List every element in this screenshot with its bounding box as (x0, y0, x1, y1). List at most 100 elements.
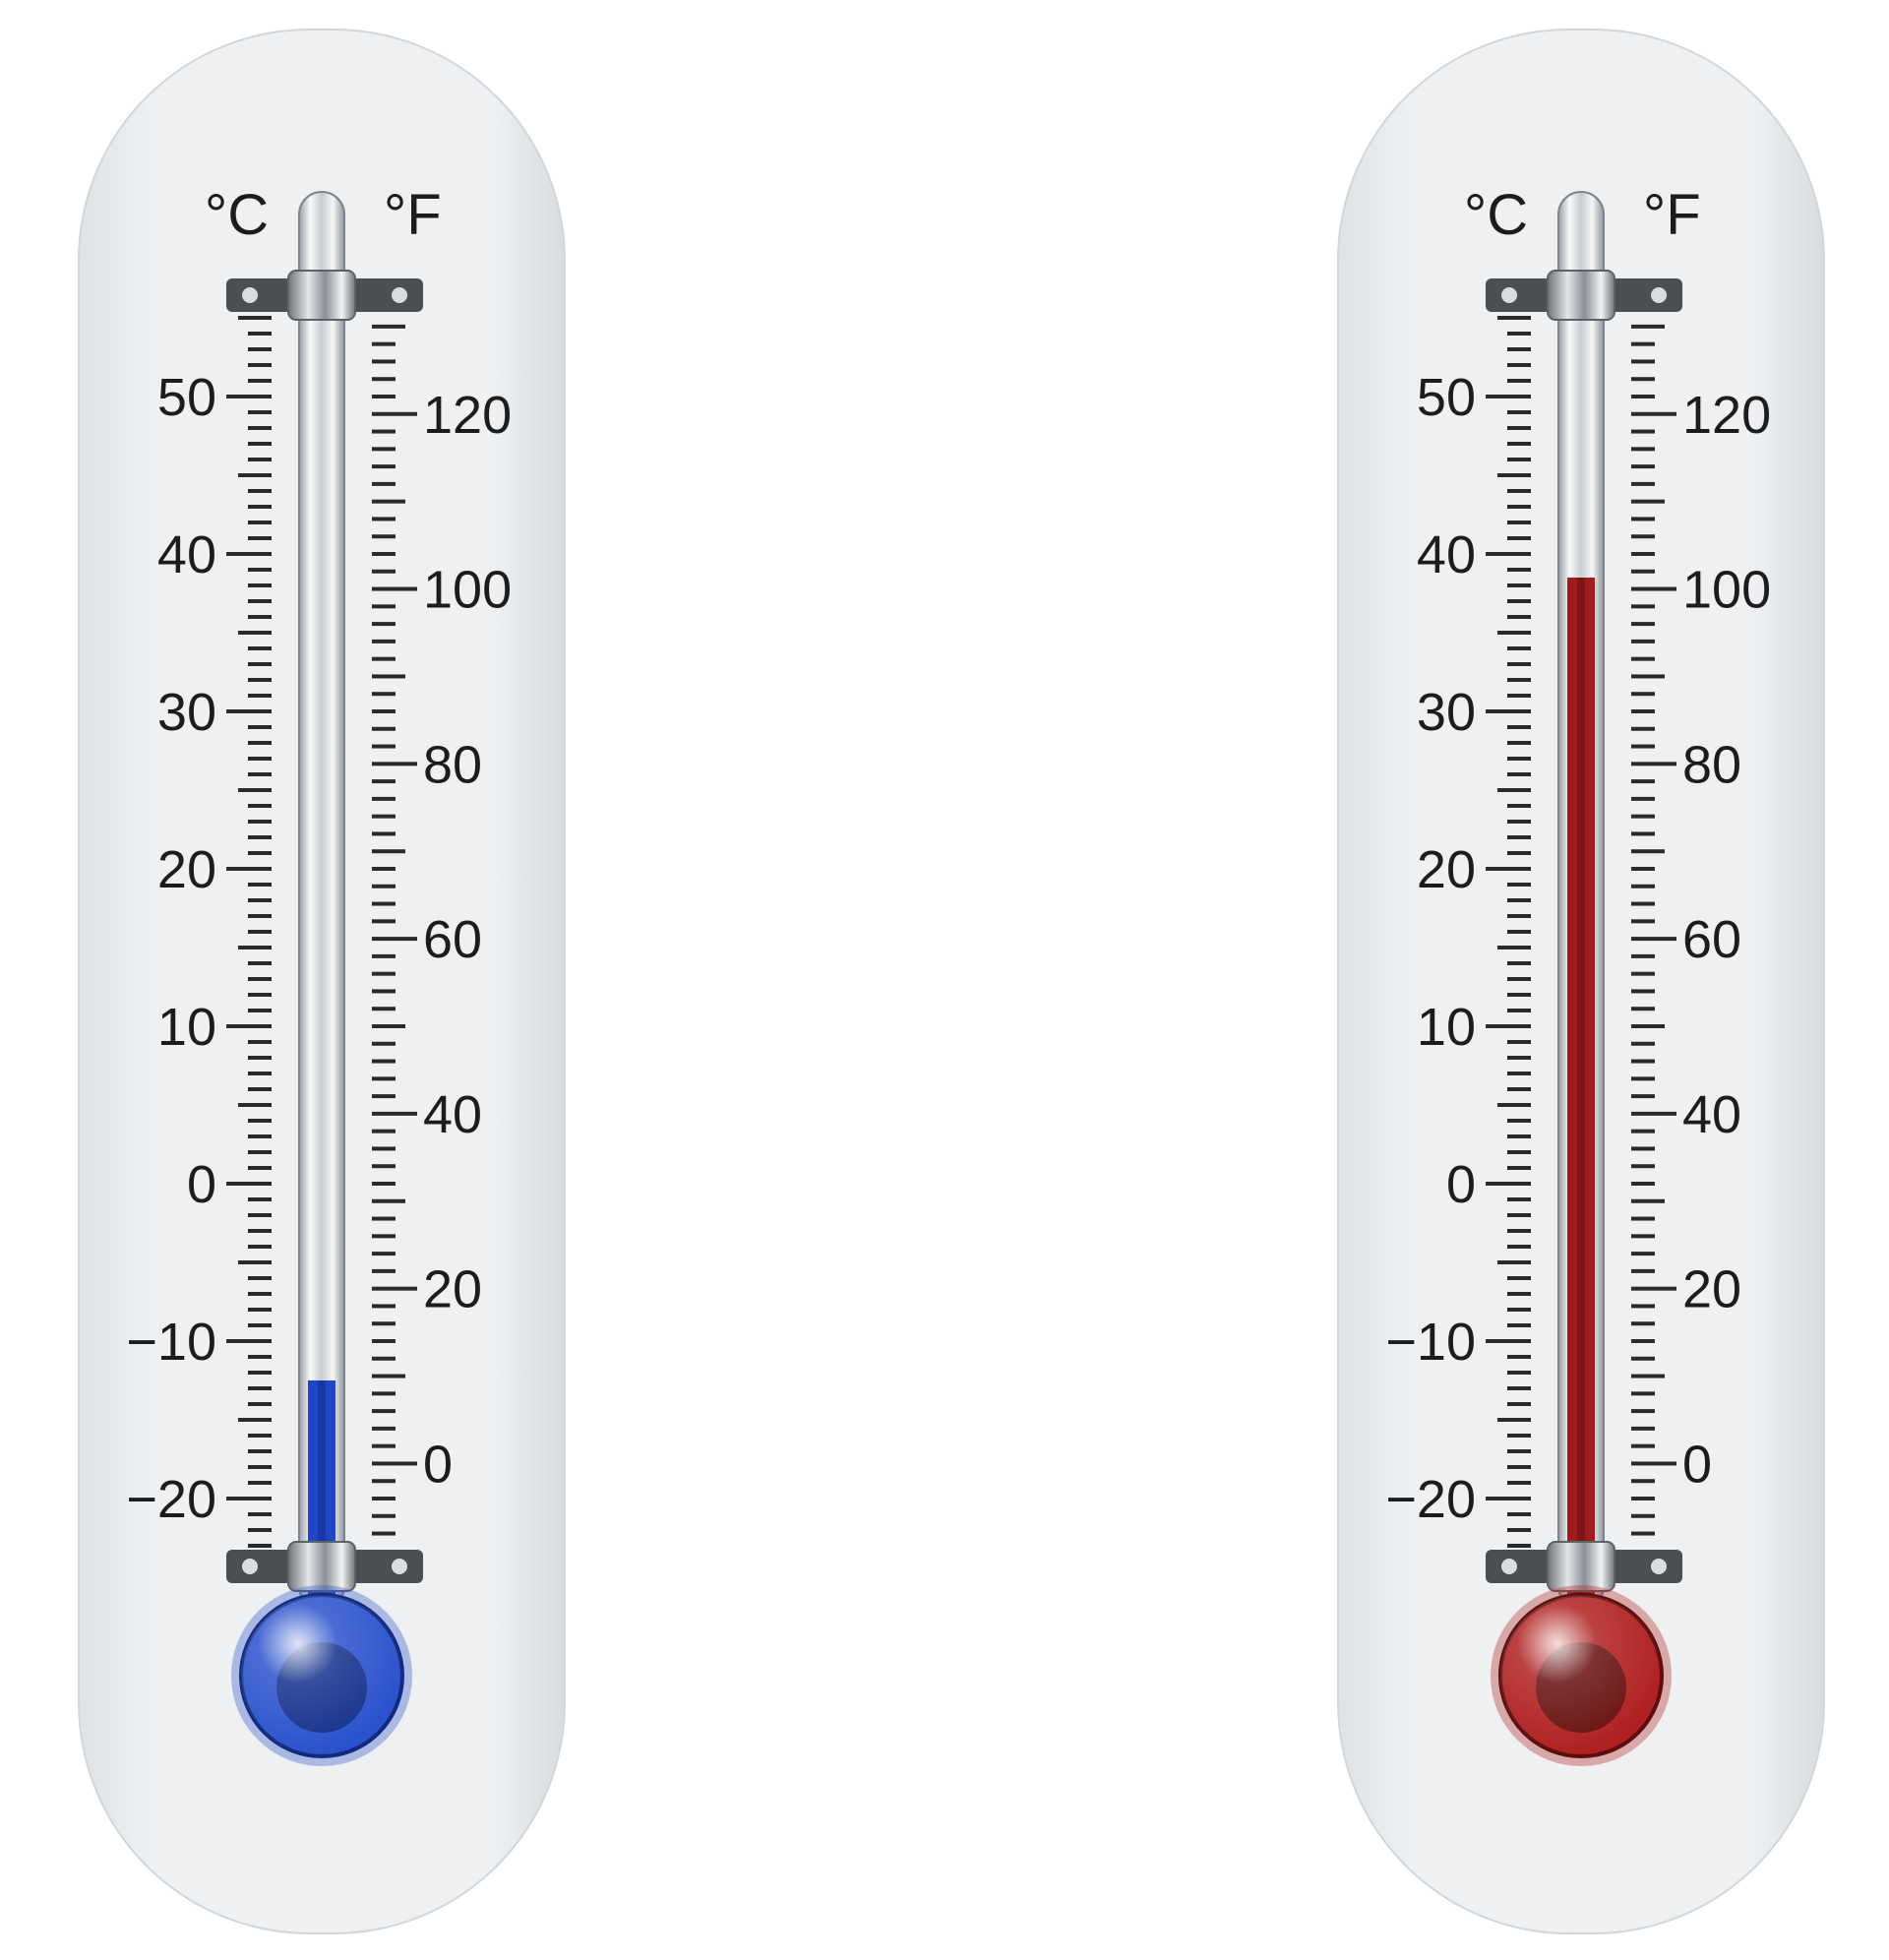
thermometer-hot: °C °F50403020100−10−20120100806040200 (1337, 29, 1825, 1934)
fahrenheit-tick (372, 429, 396, 434)
celsius-tick (238, 788, 272, 792)
fahrenheit-tick (372, 919, 396, 924)
celsius-label: 30 (157, 683, 216, 742)
celsius-tick (248, 583, 272, 587)
fahrenheit-tick (1631, 1146, 1655, 1151)
fahrenheit-tick (1631, 324, 1665, 329)
fahrenheit-tick (1631, 1409, 1655, 1414)
celsius-tick (1507, 1134, 1531, 1138)
celsius-tick (248, 741, 272, 745)
celsius-tick (248, 1512, 272, 1516)
fahrenheit-tick (1631, 1286, 1676, 1291)
celsius-tick (248, 1402, 272, 1406)
celsius-label: −10 (126, 1313, 216, 1372)
fahrenheit-tick (372, 639, 396, 643)
clamp-screw (1501, 287, 1517, 303)
fahrenheit-tick (372, 692, 396, 697)
celsius-tick (248, 1245, 272, 1249)
celsius-tick (1507, 1245, 1531, 1249)
fahrenheit-tick (372, 744, 396, 749)
celsius-tick (226, 1497, 272, 1501)
celsius-tick (248, 1323, 272, 1327)
clamp-screw (1651, 1559, 1667, 1574)
celsius-tick (1507, 1119, 1531, 1123)
celsius-tick (1507, 741, 1531, 745)
celsius-tick (248, 379, 272, 383)
fahrenheit-tick (372, 1531, 396, 1536)
fahrenheit-tick (372, 1252, 396, 1256)
celsius-tick (1507, 914, 1531, 918)
celsius-tick (248, 599, 272, 603)
fahrenheit-tick (372, 622, 396, 627)
fahrenheit-tick (1631, 726, 1655, 731)
fahrenheit-tick (1631, 341, 1655, 346)
celsius-unit-label: °C (205, 183, 269, 247)
fahrenheit-label: 20 (423, 1260, 482, 1319)
fahrenheit-tick (372, 517, 396, 521)
celsius-tick (248, 1213, 272, 1217)
fahrenheit-tick (372, 1286, 417, 1291)
fahrenheit-tick (1631, 464, 1655, 469)
celsius-label: 10 (157, 998, 216, 1057)
celsius-tick (1507, 458, 1531, 461)
celsius-tick (248, 1009, 272, 1012)
fahrenheit-tick (372, 1461, 417, 1466)
fahrenheit-tick (372, 341, 396, 346)
celsius-tick (248, 426, 272, 430)
fahrenheit-tick (372, 1304, 396, 1309)
fahrenheit-tick (372, 1409, 396, 1414)
celsius-tick (1497, 473, 1531, 477)
fahrenheit-tick (372, 552, 396, 556)
celsius-tick (1507, 851, 1531, 855)
fahrenheit-label: 120 (1682, 386, 1771, 445)
celsius-tick (1507, 1308, 1531, 1312)
celsius-tick (1507, 1087, 1531, 1091)
fahrenheit-tick (1631, 377, 1655, 382)
celsius-tick (248, 646, 272, 650)
celsius-tick (248, 1292, 272, 1296)
fahrenheit-tick (1631, 1076, 1655, 1081)
fahrenheit-tick (372, 1356, 396, 1361)
bulb-shine (1500, 1595, 1662, 1756)
fahrenheit-label: 120 (423, 386, 512, 445)
fahrenheit-tick (1631, 1513, 1655, 1518)
celsius-label: 50 (157, 368, 216, 427)
celsius-tick (238, 1260, 272, 1264)
fahrenheit-tick (372, 395, 396, 398)
celsius-label: 0 (1446, 1155, 1476, 1214)
celsius-tick (1486, 1024, 1531, 1028)
celsius-tick (248, 993, 272, 997)
celsius-tick (226, 395, 272, 398)
clamp-band (1547, 270, 1615, 321)
fahrenheit-tick (372, 1076, 396, 1081)
celsius-tick (1507, 804, 1531, 808)
fahrenheit-tick (372, 1129, 396, 1133)
fahrenheit-tick (1631, 1356, 1655, 1361)
celsius-tick (248, 1528, 272, 1532)
celsius-tick (248, 1072, 272, 1075)
celsius-tick (238, 631, 272, 635)
fahrenheit-tick (372, 762, 417, 766)
fahrenheit-tick (1631, 953, 1655, 958)
celsius-tick (248, 1087, 272, 1091)
celsius-tick (1507, 1056, 1531, 1060)
fahrenheit-tick (1631, 604, 1655, 609)
celsius-tick (1507, 1512, 1531, 1516)
celsius-tick (1507, 1481, 1531, 1485)
clamp-screw (1501, 1559, 1517, 1574)
celsius-tick (1507, 379, 1531, 383)
celsius-tick (248, 1465, 272, 1469)
fahrenheit-tick (1631, 919, 1655, 924)
fahrenheit-tick (372, 1374, 405, 1378)
fahrenheit-tick (372, 447, 396, 452)
fahrenheit-tick (1631, 586, 1676, 591)
fahrenheit-tick (1631, 1024, 1665, 1028)
celsius-tick (248, 1166, 272, 1170)
celsius-tick (1507, 1465, 1531, 1469)
celsius-tick (1507, 332, 1531, 336)
celsius-label: 10 (1417, 998, 1476, 1057)
fahrenheit-tick (1631, 1497, 1655, 1501)
celsius-tick (1507, 1229, 1531, 1233)
celsius-tick (1507, 1276, 1531, 1280)
celsius-tick (1507, 583, 1531, 587)
